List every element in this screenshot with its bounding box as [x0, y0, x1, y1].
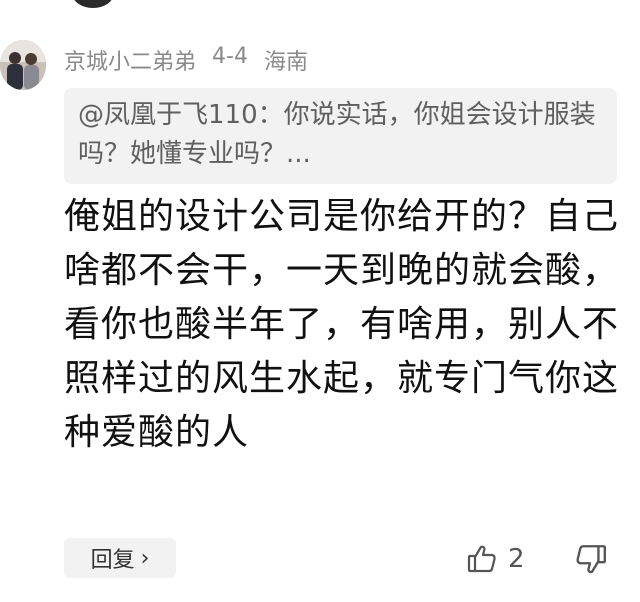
- reply-button[interactable]: 回复 ›: [64, 538, 176, 578]
- dislike-button[interactable]: [574, 538, 610, 580]
- reply-label: 回复: [90, 548, 135, 573]
- chevron-right-icon: ›: [140, 545, 150, 571]
- comment-body: 俺姐的设计公司是你给开的？自己啥都不会干，一天到晚的就会酸，看你也酸半年了，有啥…: [64, 196, 620, 453]
- like-count: 2: [508, 544, 525, 574]
- quoted-text: @凤凰于飞110：你说实话，你姐会设计服装吗？她懂专业吗？...: [78, 100, 596, 169]
- avatar[interactable]: [0, 40, 46, 90]
- quoted-comment[interactable]: @凤凰于飞110：你说实话，你姐会设计服装吗？她懂专业吗？...: [64, 88, 617, 184]
- comment-date: 4-4: [212, 44, 248, 69]
- username[interactable]: 京城小二弟弟: [64, 44, 196, 76]
- previous-comment-remnant: [0, 0, 640, 14]
- previous-avatar: [72, 0, 114, 8]
- comment-meta: 京城小二弟弟 4-4 海南: [64, 44, 308, 76]
- like-button[interactable]: 2: [466, 538, 525, 580]
- comment-location: 海南: [263, 50, 308, 75]
- thumbs-down-icon: [574, 542, 608, 576]
- thumbs-up-icon: [466, 543, 498, 575]
